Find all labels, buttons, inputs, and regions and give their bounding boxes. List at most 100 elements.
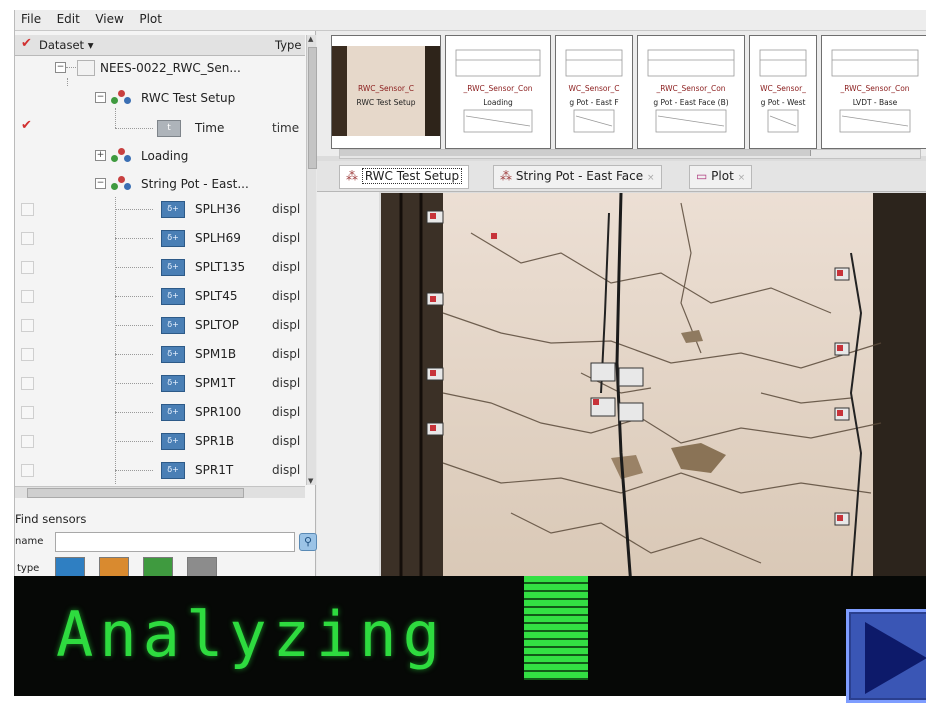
plot-icon: ▭ — [696, 169, 708, 183]
time-signal-icon: t — [157, 120, 181, 137]
thumbnail-scrollbar[interactable] — [339, 149, 921, 159]
thumbnail-title: WC_Sensor_C — [568, 84, 620, 93]
thumbnail-5[interactable]: _RWC_Sensor_Con LVDT - Base — [821, 35, 926, 149]
tree-row-root[interactable]: − NEES-0022_RWC_Sen... — [15, 56, 305, 81]
sensor-group-icon — [111, 148, 133, 164]
type-displ: displ — [272, 202, 301, 216]
cracked-wall-image — [381, 193, 926, 586]
tree-label-root: NEES-0022_RWC_Sen... — [100, 61, 241, 75]
thumbnail-subtitle: RWC Test Setup — [356, 98, 416, 107]
displacement-signal-icon: δ+ — [161, 433, 185, 450]
tree-label-signal: SPR100 — [195, 405, 242, 419]
collapse-icon[interactable]: − — [95, 178, 106, 189]
sort-arrow-icon: ▾ — [87, 38, 94, 52]
column-dataset[interactable]: Dataset ▾ — [39, 38, 93, 52]
collapse-icon[interactable]: − — [55, 62, 66, 73]
tree-row-signal[interactable]: δ+ SPM1T displ — [15, 371, 305, 396]
tree-label-signal: SPLH36 — [195, 202, 241, 216]
tree-row-signal[interactable]: δ+ SPLT45 displ — [15, 284, 305, 309]
menu-edit[interactable]: Edit — [51, 10, 86, 26]
tree-row-stringpot[interactable]: − String Pot - East... — [15, 172, 305, 197]
displacement-signal-icon: δ+ — [161, 375, 185, 392]
tree-row-signal[interactable]: δ+ SPM1B displ — [15, 342, 305, 367]
expand-icon[interactable]: + — [95, 150, 106, 161]
sensor-group-icon — [111, 176, 133, 192]
sensor-type-filter-button[interactable] — [187, 557, 217, 577]
play-button[interactable] — [846, 609, 926, 703]
specimen-video-frame[interactable] — [381, 193, 926, 586]
scroll-thumb[interactable] — [340, 150, 811, 156]
tab-rwc-test-setup[interactable]: ⁂ RWC Test Setup — [339, 165, 470, 189]
sensor-group-icon — [111, 90, 133, 106]
close-icon[interactable]: × — [647, 173, 655, 183]
folder-icon — [77, 60, 95, 76]
checkbox[interactable] — [21, 261, 34, 274]
tree-label-stringpot: String Pot - East... — [141, 177, 249, 191]
table-header: ✔ Dataset ▾ Type — [15, 35, 305, 56]
tree-row-time[interactable]: ✔ t Time time — [15, 108, 305, 141]
checkbox[interactable] — [21, 203, 34, 216]
tree-row-signal[interactable]: δ+ SPR1B displ — [15, 429, 305, 454]
search-icon[interactable]: ⚲ — [299, 533, 317, 551]
tree-horizontal-scrollbar[interactable] — [15, 486, 305, 498]
checkbox[interactable] — [21, 232, 34, 245]
scroll-thumb[interactable] — [308, 47, 317, 169]
tree-label-setup: RWC Test Setup — [141, 91, 236, 105]
checkbox[interactable] — [21, 406, 34, 419]
menu-plot[interactable]: Plot — [133, 10, 168, 26]
thumbnail-4[interactable]: WC_Sensor_ g Pot - West — [749, 35, 817, 149]
sensor-name-input[interactable] — [55, 532, 295, 552]
menu-view[interactable]: View — [89, 10, 129, 26]
viewer-panel: RWC_Sensor_C RWC Test Setup _RWC_Sensor_Co… — [317, 31, 926, 587]
checked-icon[interactable]: ✔ — [21, 118, 32, 133]
tree-row-signal[interactable]: δ+ SPLTOP displ — [15, 313, 305, 338]
checkbox[interactable] — [21, 464, 34, 477]
displacement-signal-icon: δ+ — [161, 404, 185, 421]
scroll-thumb[interactable] — [27, 488, 244, 498]
checkbox[interactable] — [21, 435, 34, 448]
tree-row-signal[interactable]: δ+ SPLH69 displ — [15, 226, 305, 251]
tree-label-loading: Loading — [141, 149, 189, 163]
sensor-type-filter-button[interactable] — [143, 557, 173, 577]
displacement-signal-icon: δ+ — [161, 230, 185, 247]
terminal-cursor — [524, 576, 588, 680]
tree-label-signal: SPLT135 — [195, 260, 246, 274]
tree-label-signal: SPLT45 — [195, 289, 238, 303]
type-displ: displ — [272, 463, 301, 477]
tree-row-setup[interactable]: − RWC Test Setup — [15, 86, 305, 111]
tree-row-signal[interactable]: δ+ SPR1T displ — [15, 458, 305, 483]
thumbnail-subtitle: g Pot - West — [760, 98, 806, 107]
find-sensors-title: Find sensors — [15, 512, 87, 526]
column-type[interactable]: Type — [275, 38, 301, 52]
close-icon[interactable]: × — [738, 173, 746, 183]
thumbnail-title: _RWC_Sensor_Con — [463, 84, 533, 93]
tree-row-loading[interactable]: + Loading — [15, 144, 305, 169]
checkbox[interactable] — [21, 290, 34, 303]
tree-label-signal: SPR1T — [195, 463, 234, 477]
menu-file[interactable]: File — [15, 10, 47, 26]
thumbnail-2[interactable]: WC_Sensor_C g Pot - East F — [555, 35, 633, 149]
type-displ: displ — [272, 405, 301, 419]
tab-string-pot-east-face[interactable]: ⁂ String Pot - East Face × — [493, 165, 662, 189]
tree-row-signal[interactable]: δ+ SPLT135 displ — [15, 255, 305, 280]
tab-plot[interactable]: ▭ Plot × — [689, 165, 753, 189]
select-all-check-icon[interactable]: ✔ — [21, 36, 32, 51]
tree-row-signal[interactable]: δ+ SPLH36 displ — [15, 197, 305, 222]
tree-row-signal[interactable]: δ+ SPR100 displ — [15, 400, 305, 425]
tree-vertical-scrollbar[interactable]: ▲ ▼ — [306, 35, 317, 485]
tree-label-signal: SPLH69 — [195, 231, 241, 245]
type-displ: displ — [272, 434, 301, 448]
sensor-type-filter-button[interactable] — [55, 557, 85, 577]
checkbox[interactable] — [21, 348, 34, 361]
checkbox[interactable] — [21, 377, 34, 390]
checkbox[interactable] — [21, 319, 34, 332]
displacement-signal-icon: δ+ — [161, 201, 185, 218]
thumbnail-3[interactable]: _RWC_Sensor_Con g Pot - East Face (B) — [637, 35, 745, 149]
dataset-panel: ✔ Dataset ▾ Type − NEES-0022_RWC_Sen... … — [15, 31, 317, 586]
collapse-icon[interactable]: − — [95, 92, 106, 103]
sensor-type-filter-button[interactable] — [99, 557, 129, 577]
thumbnail-0[interactable]: RWC_Sensor_C RWC Test Setup — [331, 35, 441, 149]
displacement-signal-icon: δ+ — [161, 288, 185, 305]
thumbnail-1[interactable]: _RWC_Sensor_Con Loading — [445, 35, 551, 149]
thumbnail-title: _RWC_Sensor_Con — [656, 84, 726, 93]
